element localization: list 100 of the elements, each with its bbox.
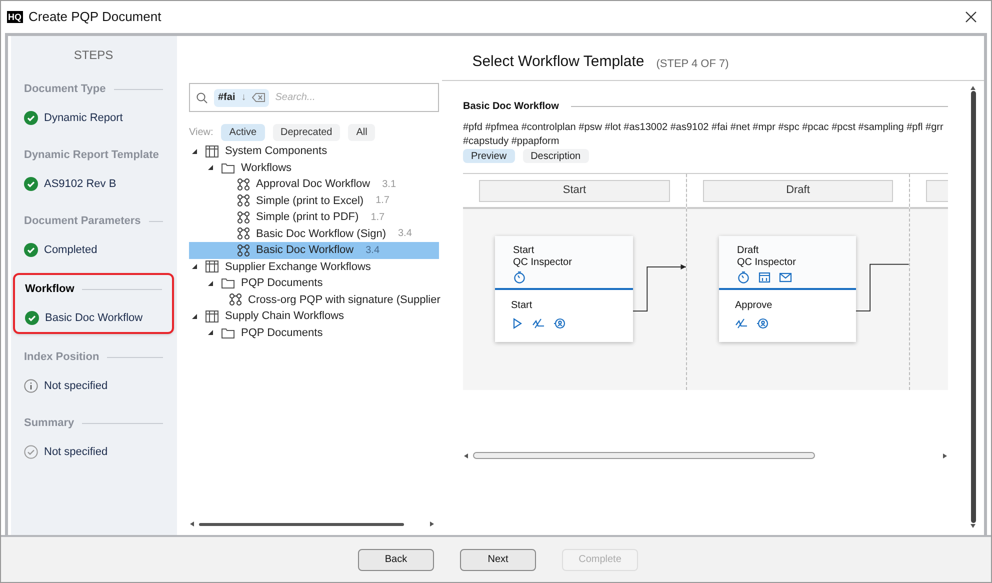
check-circle-icon xyxy=(25,310,39,325)
tree-label: PQP Documents xyxy=(241,326,323,340)
step-title: Summary xyxy=(24,416,74,431)
tree-label: Basic Doc Workflow xyxy=(256,243,354,258)
tree-item[interactable]: Simple (print to Excel) 1.7 xyxy=(189,192,439,209)
expand-arrow-icon[interactable] xyxy=(207,329,215,336)
view-filter-tab[interactable]: All xyxy=(348,124,376,141)
expand-arrow-icon[interactable] xyxy=(191,263,199,270)
folder-icon xyxy=(221,326,235,339)
search-tag[interactable]: #fai ↓ xyxy=(214,88,270,106)
window-title: Create PQP Document xyxy=(28,8,162,26)
tree-item[interactable]: PQP Documents xyxy=(189,324,439,341)
tree-label: Cross-org PQP with signature (Supplier xyxy=(248,292,440,308)
user-cycle-icon xyxy=(756,317,769,330)
preview-tab[interactable]: Preview xyxy=(463,149,515,163)
footer-button[interactable]: Back xyxy=(358,548,434,570)
user-cycle-icon xyxy=(553,317,566,330)
workflow-icon xyxy=(237,244,250,257)
step-title: Document Parameters xyxy=(24,214,141,229)
signature-icon xyxy=(532,317,545,330)
workflow-icon xyxy=(237,210,250,224)
info-icon xyxy=(24,378,38,393)
app-logo: HQ xyxy=(7,11,22,23)
step-value: Completed xyxy=(44,242,98,258)
tree-item[interactable]: Supplier Exchange Workflows xyxy=(189,258,439,275)
lane-header: Draft xyxy=(703,180,893,202)
check-circle-icon xyxy=(24,110,38,125)
step-value: Not specified xyxy=(44,444,108,460)
preview-title: Basic Doc Workflow xyxy=(463,100,559,114)
component-icon xyxy=(205,144,219,158)
step-value: Not specified xyxy=(44,378,108,394)
workflow-node[interactable]: Draft QC Inspector Approve xyxy=(719,236,856,342)
version-label: 3.1 xyxy=(382,178,396,192)
tree-item[interactable]: PQP Documents xyxy=(189,275,439,292)
tree-item[interactable]: Approval Doc Workflow 3.1 xyxy=(189,176,439,192)
step-title: Document Type xyxy=(24,82,106,97)
version-label: 3.4 xyxy=(398,227,412,242)
step-title: Workflow xyxy=(25,282,74,297)
view-filter-tab[interactable]: Deprecated xyxy=(272,124,340,141)
node-role: QC Inspector xyxy=(513,257,573,269)
search-input[interactable]: Search... xyxy=(275,90,432,105)
step-counter: (STEP 4 OF 7) xyxy=(656,56,729,72)
signature-icon xyxy=(735,317,748,330)
check-circle-icon xyxy=(24,444,38,459)
footer-button[interactable]: Next xyxy=(460,548,536,570)
workflow-node[interactable]: Start QC Inspector Start xyxy=(495,236,633,342)
workflow-icon xyxy=(237,178,250,191)
tree-label: Supply Chain Workflows xyxy=(225,309,344,324)
play-icon xyxy=(511,317,524,330)
expand-arrow-icon[interactable] xyxy=(207,280,215,287)
scroll-arrow-icon[interactable] xyxy=(189,521,195,527)
steps-heading: STEPS xyxy=(72,47,114,64)
folder-icon xyxy=(221,162,235,174)
preview-tab[interactable]: Description xyxy=(522,149,589,163)
version-label: 3.4 xyxy=(366,244,380,258)
node-action: Start xyxy=(511,299,534,313)
tree-item[interactable]: System Components xyxy=(189,143,439,160)
tree-item[interactable]: Simple (print to PDF) 1.7 xyxy=(189,209,439,226)
horizontal-scrollbar[interactable] xyxy=(199,522,404,526)
component-icon xyxy=(205,310,219,323)
tree-item[interactable]: Cross-org PQP with signature (Supplier xyxy=(189,292,439,308)
node-action: Approve xyxy=(735,299,774,313)
node-title: Draft xyxy=(737,245,760,257)
page-title: Select Workflow Template xyxy=(472,52,644,72)
step-value: Basic Doc Workflow xyxy=(45,310,143,326)
scroll-arrow-icon[interactable] xyxy=(942,452,948,458)
tree-label: Basic Doc Workflow (Sign) xyxy=(256,226,386,242)
scroll-arrow-icon[interactable] xyxy=(970,85,976,91)
search-field[interactable]: #fai ↓ Search... xyxy=(189,83,439,112)
expand-arrow-icon[interactable] xyxy=(191,312,199,320)
tree-label: Simple (print to PDF) xyxy=(256,210,359,225)
tree-label: Supplier Exchange Workflows xyxy=(225,260,371,274)
tree-label: System Components xyxy=(225,144,328,159)
timer-icon xyxy=(513,271,526,284)
search-icon xyxy=(196,92,208,104)
scroll-arrow-icon[interactable] xyxy=(970,523,976,529)
check-circle-icon xyxy=(24,176,38,191)
node-title: Start xyxy=(513,245,536,257)
tree-item[interactable]: Basic Doc Workflow 3.4 xyxy=(189,242,439,258)
tree-label: Approval Doc Workflow xyxy=(256,177,370,192)
check-circle-icon xyxy=(24,242,38,257)
expand-arrow-icon[interactable] xyxy=(191,148,199,155)
tree-item[interactable]: Supply Chain Workflows xyxy=(189,308,439,324)
expand-arrow-icon[interactable] xyxy=(207,164,215,172)
horizontal-scrollbar[interactable] xyxy=(473,452,815,459)
tree-label: Workflows xyxy=(241,160,292,176)
view-filter-tab[interactable]: Active xyxy=(221,124,265,141)
tree-label: PQP Documents xyxy=(241,276,323,291)
view-label: View: xyxy=(189,126,214,140)
folder-icon xyxy=(221,277,235,290)
tree-label: Simple (print to Excel) xyxy=(256,194,364,208)
scroll-arrow-icon[interactable] xyxy=(429,521,435,527)
close-icon[interactable] xyxy=(965,11,977,23)
scroll-arrow-icon[interactable] xyxy=(463,452,469,458)
tree-item[interactable]: Workflows xyxy=(189,160,439,176)
tree-item[interactable]: Basic Doc Workflow (Sign) 3.4 xyxy=(189,226,439,242)
workflow-icon xyxy=(229,293,242,306)
version-label: 1.7 xyxy=(370,210,385,225)
clear-icon[interactable] xyxy=(252,93,266,102)
vertical-scrollbar[interactable] xyxy=(970,91,976,523)
